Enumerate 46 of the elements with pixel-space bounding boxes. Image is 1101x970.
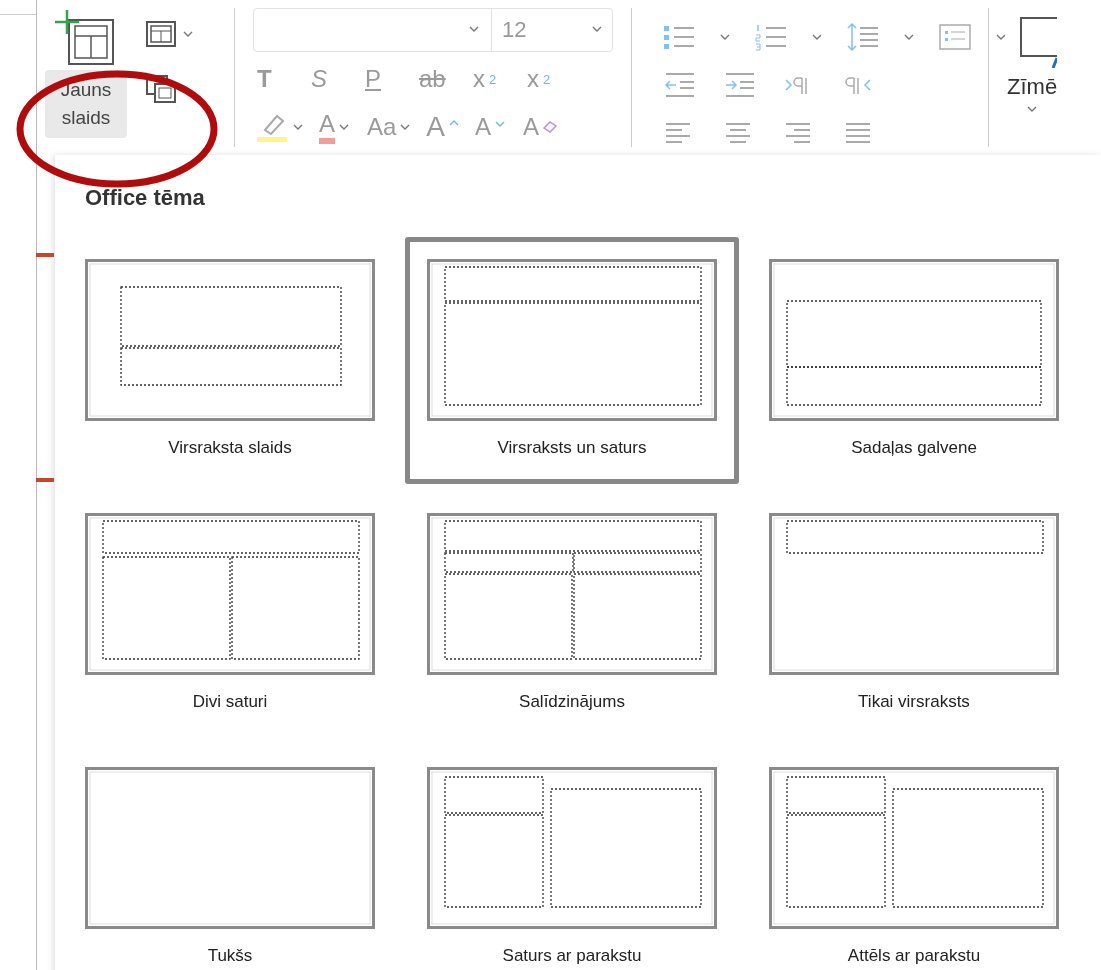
caret-icon [720, 33, 730, 41]
caret-icon [996, 33, 1006, 41]
shape-icon [1019, 16, 1058, 68]
layout-option[interactable]: Salīdzinājums [405, 491, 739, 738]
layout-option[interactable]: Divi saturi [63, 491, 397, 738]
line-spacing-icon [846, 22, 880, 52]
format-button[interactable]: P [361, 65, 401, 94]
drawing-button[interactable]: Zīmē [1007, 16, 1058, 113]
numbering-icon [754, 22, 788, 52]
caret-icon [183, 30, 193, 38]
duplicate-icon [145, 74, 177, 104]
layout-option[interactable]: Tukšs [63, 745, 397, 970]
layout-option[interactable]: Sadaļas galvene [747, 237, 1081, 484]
caret-icon [1027, 106, 1038, 113]
down-caret-icon [495, 121, 506, 129]
clear-formatting-button[interactable]: A [519, 113, 562, 142]
highlighter-icon [257, 112, 289, 143]
new-slide-icon [55, 8, 117, 66]
layout-button[interactable] [143, 18, 195, 50]
layout-option[interactable]: Tikai virsraksts [747, 491, 1081, 738]
layout-option[interactable]: Virsraksta slaids [63, 237, 397, 484]
format-button[interactable]: ab [415, 65, 455, 94]
change-case-button[interactable]: Aa [363, 113, 415, 142]
layout-option[interactable]: Virsraksts un saturs [405, 237, 739, 484]
caret-icon [339, 123, 349, 131]
caret-icon [812, 33, 822, 41]
format-button[interactable]: x$^{2}$ [523, 65, 563, 94]
gallery-heading: Office tēma [85, 185, 205, 211]
caret-icon [293, 123, 303, 131]
slide-edge-mark [36, 253, 54, 257]
layout-icon [145, 20, 177, 48]
shrink-font-button[interactable]: A [471, 113, 512, 142]
slide-edge-mark [36, 478, 54, 482]
format-button[interactable]: T [253, 65, 293, 94]
layout-option[interactable]: Saturs ar parakstu [405, 745, 739, 970]
format-button[interactable]: S [307, 65, 347, 94]
caret-icon [904, 33, 914, 41]
layout-option[interactable]: Attēls ar parakstu [747, 745, 1081, 970]
grow-font-button[interactable]: A [422, 111, 464, 144]
decrease-indent-icon [662, 70, 696, 100]
new-slide-button[interactable]: Jauns slaids [45, 8, 127, 147]
font-color-button[interactable]: A [315, 110, 355, 145]
caret-icon [400, 123, 411, 131]
up-caret-icon [449, 119, 460, 127]
columns-icon [938, 22, 972, 52]
eraser-icon [543, 121, 558, 134]
